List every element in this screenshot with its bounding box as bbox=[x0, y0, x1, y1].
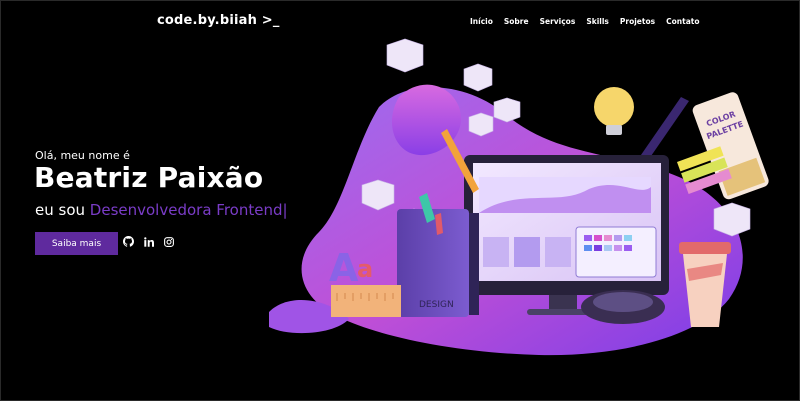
mouse bbox=[581, 290, 665, 324]
svg-text:A: A bbox=[329, 246, 359, 290]
nav-link-contato[interactable]: Contato bbox=[666, 17, 699, 26]
main-nav: Início Sobre Serviços Skills Projetos Co… bbox=[470, 17, 700, 26]
page: code.by.biiah >_ Início Sobre Serviços S… bbox=[0, 0, 800, 401]
nav-link-projetos[interactable]: Projetos bbox=[620, 17, 655, 26]
linkedin-icon[interactable] bbox=[143, 236, 154, 247]
nav-link-servicos[interactable]: Serviços bbox=[540, 17, 576, 26]
svg-text:DESIGN: DESIGN bbox=[419, 300, 454, 310]
site-logo[interactable]: code.by.biiah >_ bbox=[157, 13, 280, 28]
hero-role: eu sou Desenvolvedora Frontend| bbox=[35, 201, 288, 219]
svg-text:a: a bbox=[357, 255, 373, 283]
hero-role-typed: Desenvolvedora Frontend bbox=[89, 201, 283, 219]
nav-link-inicio[interactable]: Início bbox=[470, 17, 493, 26]
hero-name: Beatriz Paixão bbox=[34, 161, 264, 194]
lightbulb-icon bbox=[594, 87, 634, 135]
github-icon[interactable] bbox=[123, 236, 134, 247]
nav-link-skills[interactable]: Skills bbox=[586, 17, 609, 26]
monitor bbox=[464, 155, 669, 315]
hero-role-prefix: eu sou bbox=[35, 201, 86, 219]
instagram-icon[interactable] bbox=[163, 236, 174, 247]
hero-illustration: COLOR PALETTE DESIGN A a bbox=[269, 38, 769, 356]
nav-link-sobre[interactable]: Sobre bbox=[504, 17, 529, 26]
social-links bbox=[123, 236, 174, 247]
saiba-mais-button[interactable]: Saiba mais bbox=[35, 232, 118, 255]
